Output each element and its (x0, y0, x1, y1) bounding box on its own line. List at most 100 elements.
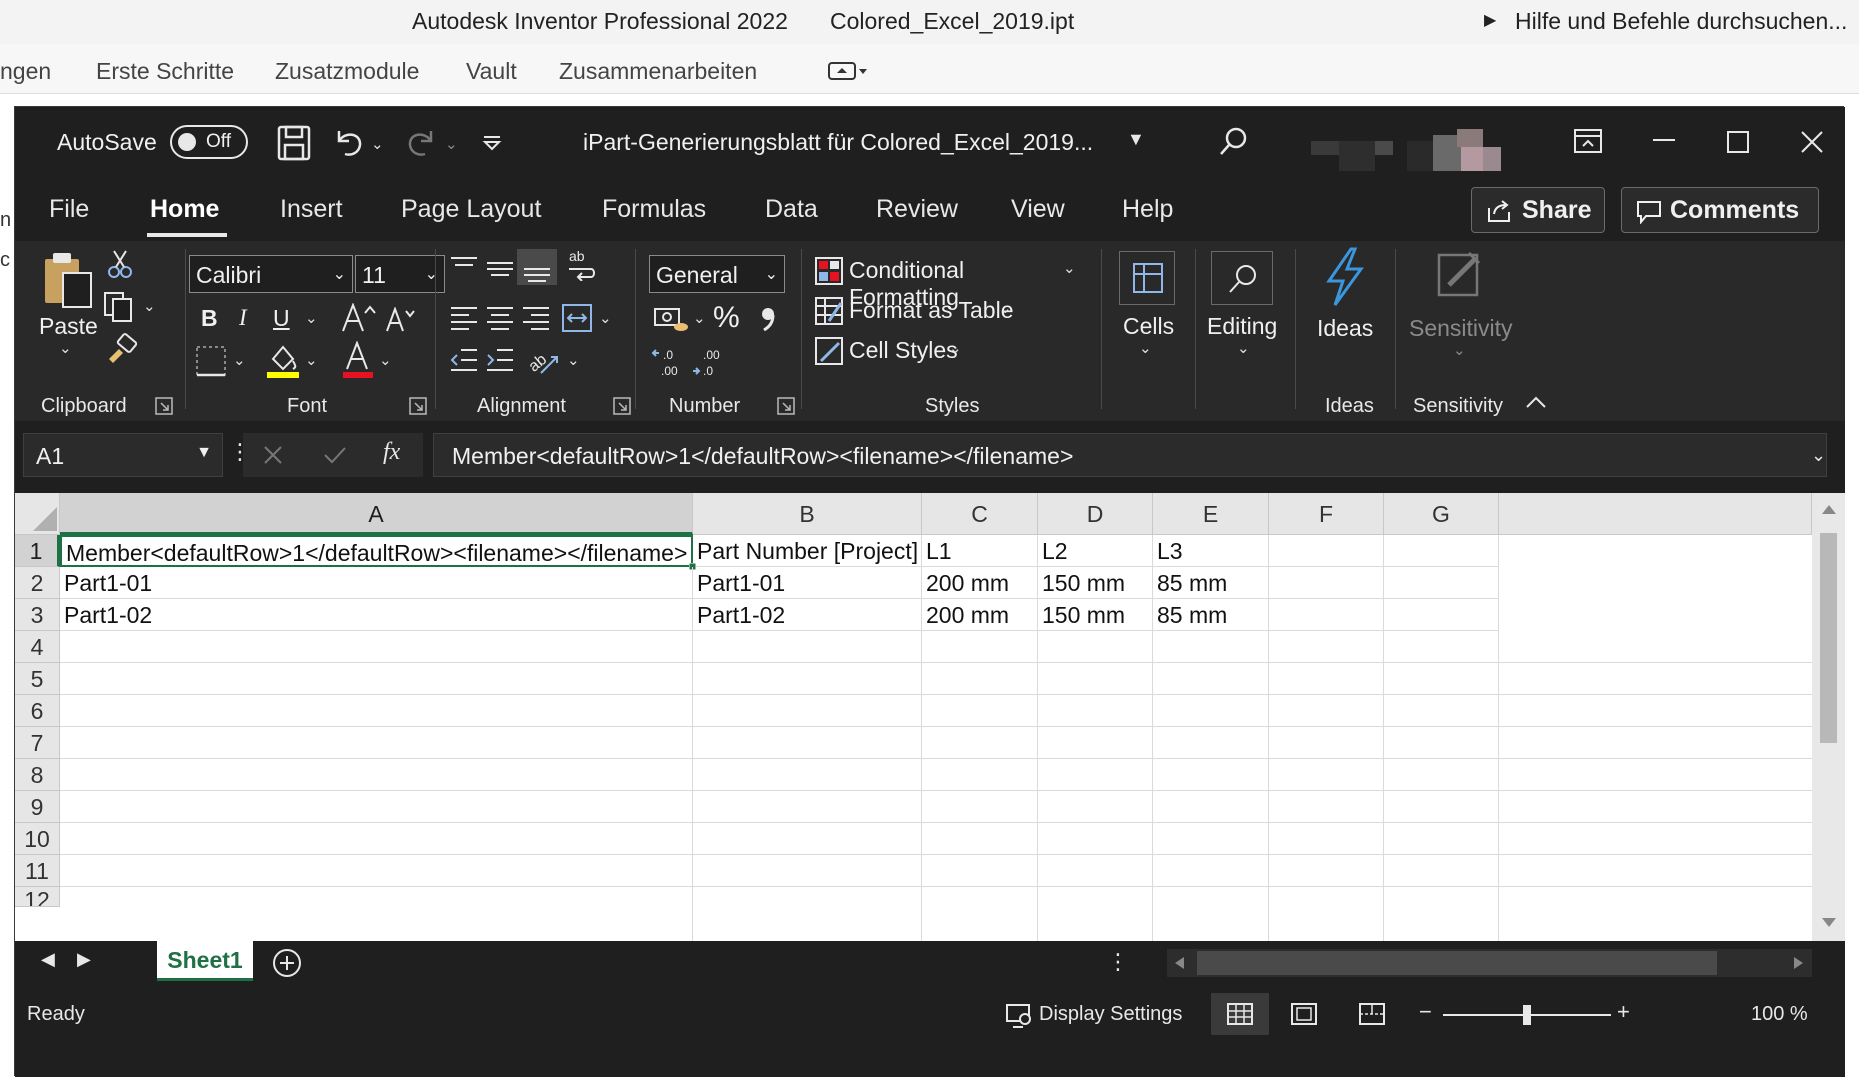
decrease-font-icon[interactable] (385, 307, 417, 333)
format-painter-icon[interactable] (105, 333, 137, 363)
cell-b2[interactable]: Part1-01 (693, 567, 922, 599)
cut-icon[interactable] (107, 249, 133, 279)
copy-dropdown-icon[interactable]: ⌄ (143, 297, 156, 315)
redo-icon[interactable] (405, 125, 439, 159)
next-sheet-icon[interactable]: ▶ (77, 949, 91, 970)
confirm-entry-icon[interactable] (323, 445, 347, 465)
row-header-9[interactable]: 9 (15, 791, 60, 823)
cancel-entry-icon[interactable] (263, 445, 283, 465)
undo-icon[interactable] (331, 125, 365, 159)
display-settings-button[interactable]: Display Settings (1039, 1003, 1182, 1026)
tab-help[interactable]: Help (1122, 195, 1173, 224)
decrease-indent-icon[interactable] (449, 347, 479, 373)
name-box[interactable]: A1 ▼ (23, 433, 223, 477)
vertical-scrollbar[interactable] (1812, 493, 1845, 941)
column-header-g[interactable]: G (1384, 493, 1499, 535)
search-icon[interactable] (1217, 125, 1251, 159)
undo-dropdown-icon[interactable]: ⌄ (371, 135, 384, 153)
cell-f2[interactable] (1269, 567, 1384, 599)
borders-icon[interactable] (195, 345, 227, 377)
tab-formulas[interactable]: Formulas (602, 195, 706, 224)
underline-dropdown-icon[interactable]: ⌄ (305, 309, 318, 327)
number-format-select[interactable]: General ⌄ (649, 255, 785, 293)
italic-button[interactable]: I (239, 305, 247, 331)
display-settings-icon[interactable] (1005, 1003, 1033, 1029)
editing-button[interactable]: Editing ⌄ (1207, 251, 1287, 371)
paste-label[interactable]: Paste (39, 313, 98, 340)
tab-home[interactable]: Home (150, 195, 219, 224)
inventor-help-search[interactable]: Hilfe und Befehle durchsuchen... (1515, 8, 1847, 35)
search-expand-icon[interactable]: ▶ (1484, 10, 1496, 30)
comments-button[interactable]: Comments (1621, 187, 1819, 233)
tab-insert[interactable]: Insert (280, 195, 343, 224)
borders-dropdown-icon[interactable]: ⌄ (233, 351, 246, 369)
orientation-dropdown-icon[interactable]: ⌄ (567, 351, 580, 369)
cell-a3[interactable]: Part1-02 (60, 599, 693, 631)
cell-f3[interactable] (1269, 599, 1384, 631)
font-launcher-icon[interactable] (409, 397, 427, 415)
cell-c3[interactable]: 200 mm (922, 599, 1038, 631)
merge-dropdown-icon[interactable]: ⌄ (599, 309, 612, 327)
cell-f1[interactable] (1269, 535, 1384, 567)
inventor-tab-erste-schritte[interactable]: Erste Schritte (96, 58, 234, 85)
scroll-right-icon[interactable] (1793, 956, 1805, 970)
column-header-c[interactable]: C (922, 493, 1038, 535)
ideas-button[interactable]: Ideas (1309, 247, 1389, 367)
tab-split-grip-icon[interactable]: ⋮ (1107, 949, 1129, 975)
cell-g3[interactable] (1384, 599, 1499, 631)
increase-indent-icon[interactable] (485, 347, 515, 373)
copy-icon[interactable] (103, 291, 137, 323)
inventor-tab-zusammenarbeiten[interactable]: Zusammenarbeiten (559, 58, 757, 85)
formula-input[interactable]: Member<defaultRow>1</defaultRow><filenam… (433, 433, 1827, 477)
cell-a1[interactable]: Member<defaultRow>1</defaultRow><filenam… (60, 535, 693, 567)
format-as-table-button[interactable]: Format as Table ⌄ (815, 295, 1015, 329)
font-name-select[interactable]: Calibri ⌄ (189, 255, 353, 293)
user-avatar[interactable] (1311, 129, 1501, 175)
cell-d1[interactable]: L2 (1038, 535, 1153, 567)
cell-d2[interactable]: 150 mm (1038, 567, 1153, 599)
increase-font-icon[interactable] (341, 303, 377, 333)
wrap-text-icon[interactable]: ab (565, 247, 597, 281)
save-icon[interactable] (277, 125, 311, 161)
inventor-tab-partial[interactable]: ngen (0, 58, 51, 85)
panel-toggle-icon[interactable] (828, 60, 868, 82)
prev-sheet-icon[interactable]: ◀ (41, 949, 55, 970)
row-header-8[interactable]: 8 (15, 759, 60, 791)
cell-g2[interactable] (1384, 567, 1499, 599)
align-center-icon[interactable] (485, 305, 515, 331)
ribbon-display-icon[interactable] (1573, 127, 1603, 157)
accounting-format-icon[interactable] (653, 305, 689, 335)
zoom-out-icon[interactable]: − (1419, 999, 1432, 1025)
tab-data[interactable]: Data (765, 195, 818, 224)
document-title[interactable]: iPart-Generierungsblatt für Colored_Exce… (583, 129, 1093, 156)
cell-g1[interactable] (1384, 535, 1499, 567)
inventor-tab-vault[interactable]: Vault (466, 58, 517, 85)
clipboard-launcher-icon[interactable] (155, 397, 173, 415)
tab-view[interactable]: View (1011, 195, 1065, 224)
page-break-view-icon[interactable] (1359, 1003, 1385, 1025)
zoom-level[interactable]: 100 % (1751, 1003, 1808, 1026)
vertical-scroll-thumb[interactable] (1820, 533, 1837, 743)
scroll-up-icon[interactable] (1821, 503, 1837, 515)
row-header-6[interactable]: 6 (15, 695, 60, 727)
cell-b3[interactable]: Part1-02 (693, 599, 922, 631)
horizontal-scrollbar[interactable] (1167, 949, 1812, 977)
font-color-dropdown-icon[interactable]: ⌄ (379, 351, 392, 369)
collapse-ribbon-icon[interactable] (1525, 395, 1547, 409)
accounting-dropdown-icon[interactable]: ⌄ (693, 309, 706, 327)
paste-dropdown-icon[interactable]: ⌄ (59, 339, 72, 357)
tab-review[interactable]: Review (876, 195, 958, 224)
increase-decimal-icon[interactable]: .0 .00 (651, 347, 687, 379)
select-all-corner[interactable] (15, 493, 60, 535)
row-header-7[interactable]: 7 (15, 727, 60, 759)
tab-file[interactable]: File (49, 195, 89, 224)
column-header-f[interactable]: F (1269, 493, 1384, 535)
insert-function-button[interactable]: fx (383, 439, 400, 466)
sensitivity-button[interactable]: Sensitivity ⌄ (1409, 247, 1513, 367)
align-bottom-button[interactable] (517, 249, 557, 285)
paste-icon[interactable] (41, 251, 95, 309)
column-header-d[interactable]: D (1038, 493, 1153, 535)
column-header-a[interactable]: A (60, 493, 693, 535)
cell-c1[interactable]: L1 (922, 535, 1038, 567)
font-color-icon[interactable] (341, 341, 375, 379)
